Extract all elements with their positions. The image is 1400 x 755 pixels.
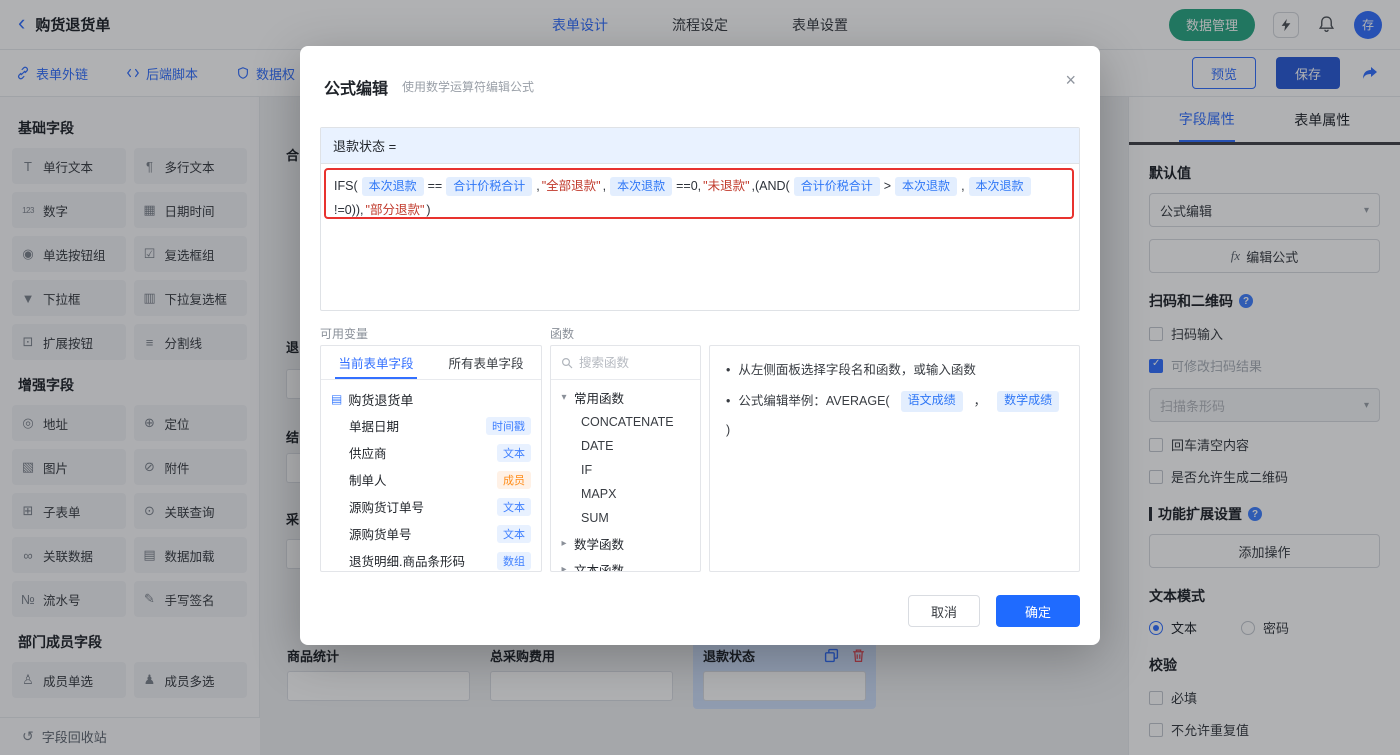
functions-panel: ▾ 常用函数 CONCATENATEDATEIFMAPXSUM ▸ 数学函数 ▸ 文本函数 [550, 345, 701, 572]
field-chip[interactable]: 本次退款 [610, 177, 673, 196]
function-group-label: 文本函数 [574, 563, 625, 572]
example-separator: ， [973, 394, 987, 408]
formula-editor[interactable]: 退款状态 = IFS(本次退款 == 合计价税合计, "全部退款", 本次退款 ==0, "… [320, 127, 1080, 311]
variable-item[interactable]: 源购货单号 文本 [331, 520, 531, 547]
formula-text: ) [426, 203, 431, 217]
function-group[interactable]: ▾ 常用函数 [559, 384, 692, 410]
example-prefix: 公式编辑举例：AVERAGE( [738, 394, 890, 408]
string-literal: "全部退款" [541, 179, 601, 193]
variable-item[interactable]: 制单人 成员 [331, 466, 531, 493]
tab-current-form-fields[interactable]: 当前表单字段 [321, 346, 431, 379]
variable-name: 源购货订单号 [349, 501, 425, 515]
help-spacer [709, 325, 1080, 345]
field-chip: 语文成绩 [900, 391, 963, 412]
formula-text: IFS( [334, 179, 358, 193]
variable-type-tag: 时间戳 [486, 416, 531, 435]
app: ‹ 购货退货单 表单设计 流程设定 表单设置 数据管理 存 表单外链 后端脚本 … [0, 0, 1400, 755]
function-item[interactable]: CONCATENATE [559, 410, 692, 434]
function-group-label: 常用函数 [574, 391, 625, 406]
form-icon: ▤ [331, 392, 343, 406]
field-chip[interactable]: 合计价税合计 [446, 177, 533, 196]
search-icon [561, 357, 573, 369]
functions-title: 函数 [550, 327, 575, 341]
variable-root[interactable]: ▤ 购货退货单 [331, 386, 531, 412]
variable-name: 源购货单号 [349, 528, 412, 542]
tab-all-form-fields[interactable]: 所有表单字段 [431, 346, 541, 379]
functions-column: 函数 ▾ 常用函数 CONCATENATEDATEIFMAPXSUM ▸ 数学函数 ▸ 文本… [550, 325, 701, 572]
variable-root-label: 购货退货单 [348, 392, 414, 408]
variables-column: 可用变量 当前表单字段 所有表单字段 ▤ 购货退货单 单据日期 时间戳 供应商 文本 制单人… [320, 325, 542, 572]
formula-text: > [883, 179, 892, 193]
variable-tree: ▤ 购货退货单 单据日期 时间戳 供应商 文本 制单人 成员 源购货订单号 文本 源购货单号 文本 退货… [321, 380, 541, 571]
formula-text: , [536, 179, 540, 193]
close-icon[interactable]: × [1065, 70, 1076, 91]
example-suffix: ) [726, 423, 731, 437]
function-search [551, 346, 700, 380]
formula-content: IFS(本次退款 == 合计价税合计, "全部退款", 本次退款 ==0, "未退款" ,(A… [333, 174, 1067, 222]
function-group[interactable]: ▸ 数学函数 [559, 530, 692, 556]
modal-subtitle: 使用数学运算符编辑公式 [402, 80, 535, 94]
chevron-right-icon: ▸ [561, 537, 567, 549]
variable-item[interactable]: 单据日期 时间戳 [331, 412, 531, 439]
variable-name: 制单人 [349, 474, 387, 488]
function-search-input[interactable] [579, 355, 690, 370]
variable-type-tag: 文本 [497, 443, 531, 462]
variable-name: 退货明细.商品条形码 [349, 555, 465, 569]
formula-text: , [602, 179, 607, 193]
variable-name: 供应商 [349, 447, 387, 461]
variable-item[interactable]: 供应商 文本 [331, 439, 531, 466]
variable-type-tag: 成员 [497, 470, 531, 489]
variable-type-tag: 文本 [497, 524, 531, 543]
variable-item[interactable]: 源购货订单号 文本 [331, 493, 531, 520]
modal-columns: 可用变量 当前表单字段 所有表单字段 ▤ 购货退货单 单据日期 时间戳 供应商 文本 制单人… [320, 325, 1080, 572]
formula-modal: 公式编辑 使用数学运算符编辑公式 × 退款状态 = IFS(本次退款 == 合计价税… [300, 46, 1100, 645]
formula-text: ,(AND( [751, 179, 790, 193]
cancel-button[interactable]: 取消 [908, 595, 980, 627]
confirm-button[interactable]: 确定 [996, 595, 1080, 627]
formula-text: == [427, 179, 443, 193]
help-panel: • 从左侧面板选择字段名和函数，或输入函数 • 公式编辑举例：AVERAGE( … [709, 345, 1080, 572]
chevron-down-icon: ▾ [561, 391, 567, 403]
help-tip-2: • 公式编辑举例：AVERAGE( 语文成绩 ， 数学成绩 ) [726, 391, 1063, 441]
chevron-right-icon: ▸ [561, 563, 567, 572]
function-item[interactable]: DATE [559, 434, 692, 458]
formula-text: ==0, [676, 179, 702, 193]
field-chip[interactable]: 本次退款 [361, 177, 424, 196]
bullet-icon: • [726, 394, 731, 408]
function-group[interactable]: ▸ 文本函数 [559, 556, 692, 572]
variable-type-tag: 数组 [497, 551, 531, 570]
modal-title: 公式编辑 [324, 80, 389, 98]
formula-text: , [961, 179, 965, 193]
variable-item[interactable]: 退货明细.商品条形码 数组 [331, 547, 531, 571]
string-literal: "部分退款" [365, 203, 425, 217]
bullet-icon: • [726, 363, 731, 377]
field-chip[interactable]: 合计价税合计 [793, 177, 880, 196]
variables-tabs: 当前表单字段 所有表单字段 [321, 346, 541, 380]
formula-target: 退款状态 = [321, 128, 1079, 164]
function-item[interactable]: SUM [559, 506, 692, 530]
variables-panel: 当前表单字段 所有表单字段 ▤ 购货退货单 单据日期 时间戳 供应商 文本 制单人 成员 源购货… [320, 345, 542, 572]
variables-title: 可用变量 [320, 327, 369, 341]
help-tip-1: • 从左侧面板选择字段名和函数，或输入函数 [726, 360, 1063, 381]
formula-target-label: 退款状态 = [333, 139, 397, 154]
help-column: • 从左侧面板选择字段名和函数，或输入函数 • 公式编辑举例：AVERAGE( … [709, 325, 1080, 572]
field-chip[interactable]: 本次退款 [895, 177, 958, 196]
help-tip-1-text: 从左侧面板选择字段名和函数，或输入函数 [738, 363, 976, 377]
variable-type-tag: 文本 [497, 497, 531, 516]
formula-text: !=0)), [334, 203, 364, 217]
field-chip: 数学成绩 [997, 391, 1060, 412]
variable-name: 单据日期 [349, 420, 400, 434]
function-item[interactable]: MAPX [559, 482, 692, 506]
function-group-label: 数学函数 [574, 537, 625, 552]
formula-body[interactable]: IFS(本次退款 == 合计价税合计, "全部退款", 本次退款 ==0, "未退款" ,(A… [321, 164, 1079, 310]
function-item[interactable]: IF [559, 458, 692, 482]
field-chip[interactable]: 本次退款 [968, 177, 1031, 196]
function-tree: ▾ 常用函数 CONCATENATE DATE IF MAPX SUM ▸ 数学函数 ▸ 文本函数 [551, 380, 700, 572]
string-literal: "未退款" [703, 179, 750, 193]
modal-header: 公式编辑 使用数学运算符编辑公式 × [300, 46, 1100, 127]
modal-footer: 取消 确定 [908, 595, 1080, 627]
